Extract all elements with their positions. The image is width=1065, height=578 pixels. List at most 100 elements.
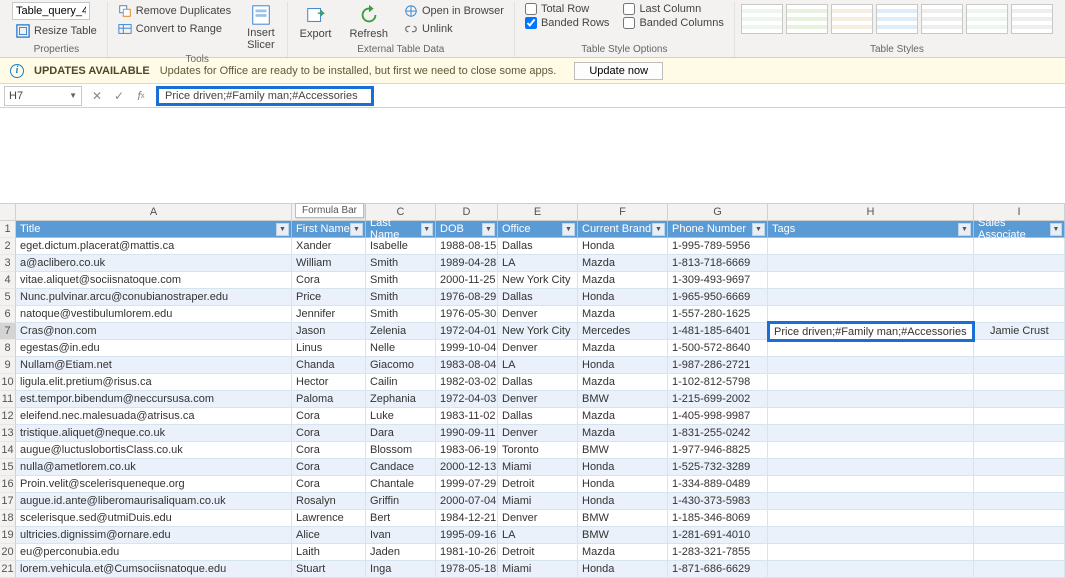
row-header[interactable]: 10 <box>0 374 16 391</box>
table-cell[interactable]: Cailin <box>366 374 436 391</box>
table-cell[interactable]: 1-995-789-5956 <box>668 238 768 255</box>
filter-dropdown-icon[interactable]: ▼ <box>421 223 433 236</box>
table-cell[interactable] <box>974 442 1065 459</box>
table-cell[interactable]: Chantale <box>366 476 436 493</box>
total-row-checkbox[interactable]: Total Row <box>521 2 614 16</box>
open-in-browser-button[interactable]: Open in Browser <box>400 2 508 20</box>
table-cell[interactable]: 1-185-346-8069 <box>668 510 768 527</box>
row-header[interactable]: 21 <box>0 561 16 578</box>
row-header[interactable]: 6 <box>0 306 16 323</box>
table-cell[interactable] <box>974 408 1065 425</box>
confirm-formula-button[interactable]: ✓ <box>108 86 130 106</box>
table-cell[interactable] <box>768 272 974 289</box>
table-cell[interactable]: Miami <box>498 459 578 476</box>
table-cell[interactable]: Miami <box>498 561 578 578</box>
table-cell[interactable]: Honda <box>578 561 668 578</box>
table-cell[interactable]: scelerisque.sed@utmiDuis.edu <box>16 510 292 527</box>
filter-dropdown-icon[interactable]: ▼ <box>562 223 575 236</box>
table-cell[interactable]: 1-977-946-8825 <box>668 442 768 459</box>
table-cell[interactable]: Smith <box>366 255 436 272</box>
table-cell[interactable]: Nullam@Etiam.net <box>16 357 292 374</box>
column-header[interactable]: A <box>16 204 292 221</box>
table-cell[interactable]: 2000-07-04 <box>436 493 498 510</box>
table-cell[interactable] <box>768 255 974 272</box>
row-header[interactable]: 13 <box>0 425 16 442</box>
row-header[interactable]: 9 <box>0 357 16 374</box>
table-cell[interactable]: Inga <box>366 561 436 578</box>
table-cell[interactable]: 1988-08-15 <box>436 238 498 255</box>
table-cell[interactable]: eget.dictum.placerat@mattis.ca <box>16 238 292 255</box>
table-cell[interactable]: Denver <box>498 340 578 357</box>
banded-rows-checkbox[interactable]: Banded Rows <box>521 16 614 30</box>
table-cell[interactable]: Nelle <box>366 340 436 357</box>
table-cell[interactable]: Mazda <box>578 374 668 391</box>
table-cell[interactable]: Price <box>292 289 366 306</box>
table-cell[interactable]: 1983-08-04 <box>436 357 498 374</box>
table-cell[interactable]: Lawrence <box>292 510 366 527</box>
table-cell[interactable]: Dallas <box>498 289 578 306</box>
table-header-cell[interactable]: Last Name▼ <box>366 221 436 238</box>
table-cell[interactable] <box>768 442 974 459</box>
table-cell[interactable]: BMW <box>578 510 668 527</box>
export-button[interactable]: Export <box>294 2 338 42</box>
table-cell[interactable]: Jaden <box>366 544 436 561</box>
table-cell[interactable] <box>974 272 1065 289</box>
table-cell[interactable]: Ivan <box>366 527 436 544</box>
refresh-button[interactable]: Refresh <box>343 2 394 42</box>
table-cell[interactable]: Mazda <box>578 340 668 357</box>
table-cell[interactable]: Honda <box>578 238 668 255</box>
table-cell[interactable]: 1-102-812-5798 <box>668 374 768 391</box>
table-cell[interactable]: 1-557-280-1625 <box>668 306 768 323</box>
select-all-corner[interactable] <box>0 204 16 221</box>
row-header[interactable]: 4 <box>0 272 16 289</box>
table-cell[interactable]: Cora <box>292 425 366 442</box>
table-cell[interactable]: Candace <box>366 459 436 476</box>
table-cell[interactable]: 1-309-493-9697 <box>668 272 768 289</box>
table-cell[interactable]: 1-813-718-6669 <box>668 255 768 272</box>
table-cell[interactable]: Mazda <box>578 306 668 323</box>
table-cell[interactable]: New York City <box>498 323 578 340</box>
table-cell[interactable]: 1972-04-03 <box>436 391 498 408</box>
filter-dropdown-icon[interactable]: ▼ <box>1050 223 1062 236</box>
table-cell[interactable]: Smith <box>366 289 436 306</box>
table-cell[interactable]: a@aclibero.co.uk <box>16 255 292 272</box>
table-cell[interactable] <box>768 391 974 408</box>
table-cell[interactable]: Cora <box>292 272 366 289</box>
table-cell[interactable]: LA <box>498 357 578 374</box>
table-cell[interactable]: Honda <box>578 459 668 476</box>
table-cell[interactable] <box>768 561 974 578</box>
table-cell[interactable] <box>974 255 1065 272</box>
table-header-cell[interactable]: Current Brand▼ <box>578 221 668 238</box>
table-cell[interactable]: Dallas <box>498 374 578 391</box>
filter-dropdown-icon[interactable]: ▼ <box>276 223 289 236</box>
unlink-button[interactable]: Unlink <box>400 20 508 38</box>
table-cell[interactable]: Denver <box>498 510 578 527</box>
table-cell[interactable]: Proin.velit@scelerisqueneque.org <box>16 476 292 493</box>
cancel-formula-button[interactable]: ✕ <box>86 86 108 106</box>
table-cell[interactable] <box>768 408 974 425</box>
update-now-button[interactable]: Update now <box>574 62 663 80</box>
table-cell[interactable]: est.tempor.bibendum@neccursusa.com <box>16 391 292 408</box>
table-cell[interactable]: Zelenia <box>366 323 436 340</box>
row-header[interactable]: 14 <box>0 442 16 459</box>
table-cell[interactable]: 1983-06-19 <box>436 442 498 459</box>
table-cell[interactable]: 1-987-286-2721 <box>668 357 768 374</box>
table-cell[interactable]: 2000-12-13 <box>436 459 498 476</box>
table-cell[interactable]: Jason <box>292 323 366 340</box>
filter-dropdown-icon[interactable]: ▼ <box>752 223 765 236</box>
chevron-down-icon[interactable]: ▼ <box>69 91 77 100</box>
table-cell[interactable]: eleifend.nec.malesuada@atrisus.ca <box>16 408 292 425</box>
table-cell[interactable]: Mercedes <box>578 323 668 340</box>
table-cell[interactable] <box>768 425 974 442</box>
table-cell[interactable] <box>768 544 974 561</box>
table-style-swatch[interactable] <box>741 4 783 34</box>
table-cell[interactable]: 1-965-950-6669 <box>668 289 768 306</box>
table-cell[interactable]: Luke <box>366 408 436 425</box>
formula-input[interactable] <box>165 90 365 102</box>
row-header[interactable]: 1 <box>0 221 16 238</box>
table-cell[interactable] <box>974 306 1065 323</box>
column-header[interactable]: F <box>578 204 668 221</box>
table-cell[interactable]: LA <box>498 527 578 544</box>
table-cell[interactable] <box>974 561 1065 578</box>
table-cell[interactable]: Mazda <box>578 408 668 425</box>
